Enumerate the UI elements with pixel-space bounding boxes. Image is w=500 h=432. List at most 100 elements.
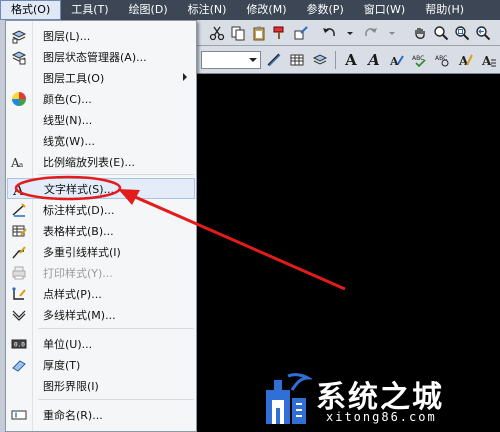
pan-button[interactable]: [411, 23, 429, 43]
menu-item-rename[interactable]: 重命名(R)...: [7, 404, 195, 425]
dimension-style-icon: [267, 53, 281, 66]
redo-dropdown[interactable]: [383, 23, 401, 43]
spell-check-icon: ABC: [412, 55, 426, 67]
chevron-down-icon: [389, 31, 395, 35]
menu-item-thickness[interactable]: 厚度(T): [7, 354, 195, 375]
copy-button[interactable]: [229, 23, 247, 43]
cut-button[interactable]: [208, 23, 226, 43]
menu-item-layer-state-manager[interactable]: 图层状态管理器(A)...: [7, 46, 195, 67]
format-menu: 图层(L)... 图层状态管理器(A)... 图层工具(O) 颜色(C)... …: [5, 20, 197, 432]
scissors-icon: [209, 26, 225, 40]
text-italic-button[interactable]: A: [364, 50, 384, 70]
layer-icon: [312, 53, 328, 65]
menu-item-table-style[interactable]: 表格样式(B)...: [7, 220, 195, 241]
table-style-button[interactable]: [287, 50, 307, 70]
standard-toolbar: [197, 20, 500, 46]
zoom-previous-icon: [476, 25, 491, 40]
brush-icon: [273, 26, 284, 39]
find-replace-button[interactable]: ABC: [433, 50, 453, 70]
chevron-down-icon: [249, 57, 257, 62]
menu-help[interactable]: 帮助(H): [415, 0, 474, 20]
redo-icon: [365, 27, 377, 36]
menu-window[interactable]: 窗口(W): [354, 0, 415, 20]
spell-check-button[interactable]: ABC: [410, 50, 430, 70]
menu-item-label: 线宽(W)...: [43, 134, 95, 148]
menu-item-units[interactable]: 0.0 单位(U)...: [7, 333, 195, 354]
watermark-subtitle: xitong86.com: [326, 410, 437, 424]
menu-modify[interactable]: 修改(M): [236, 0, 296, 20]
clipboard-icon: [253, 26, 265, 40]
chevron-down-icon: [347, 31, 353, 35]
menu-item-point-style[interactable]: 点样式(P)...: [7, 283, 195, 304]
text-justify-button[interactable]: A: [479, 50, 499, 70]
menu-bar: 格式(O) 工具(T) 绘图(D) 标注(N) 修改(M) 参数(P) 窗口(W…: [0, 0, 500, 20]
submenu-arrow-icon: [183, 73, 187, 81]
menu-dimension[interactable]: 标注(N): [178, 0, 237, 20]
undo-dropdown[interactable]: [341, 23, 359, 43]
menu-item-multiline-style[interactable]: 多线样式(M)...: [7, 304, 195, 325]
menu-item-multileader-style[interactable]: 多重引线样式(I): [7, 241, 195, 262]
menu-item-label: 厚度(T): [43, 358, 81, 372]
layer-button[interactable]: [310, 50, 330, 70]
menu-item-color[interactable]: 颜色(C)...: [7, 88, 195, 109]
castle-logo-icon: [266, 373, 312, 424]
menu-item-linetype[interactable]: 线型(N)...: [7, 109, 195, 130]
dim-style-button[interactable]: [264, 50, 284, 70]
undo-icon: [323, 27, 335, 36]
menu-item-label: 表格样式(B)...: [43, 224, 114, 238]
menu-tools[interactable]: 工具(T): [61, 0, 118, 20]
hand-icon: [415, 27, 425, 39]
menu-parameter[interactable]: 参数(P): [297, 0, 354, 20]
styles-toolbar: A A A ABC ABC A A: [197, 46, 500, 74]
color-wheel-icon: [12, 91, 26, 106]
text-button[interactable]: A: [341, 50, 361, 70]
menu-separator: [38, 399, 194, 400]
edit-text-icon: A: [389, 55, 404, 68]
match-properties-button[interactable]: [271, 23, 289, 43]
menu-item-label: 比例缩放列表(E)...: [43, 155, 136, 169]
svg-text:A: A: [389, 55, 399, 68]
svg-text:ABC: ABC: [412, 55, 424, 62]
text-a-icon: A: [345, 50, 357, 69]
watermark-logo: 系统之城 xitong86.com: [258, 366, 500, 432]
text-scale-button[interactable]: A: [456, 50, 476, 70]
menu-item-plot-style[interactable]: 打印样式(Y)...: [7, 262, 195, 283]
text-a-small-icon: A: [368, 50, 380, 69]
menu-item-scale-list[interactable]: Aa 比例缩放列表(E)...: [7, 151, 195, 172]
layer-state-icon: [11, 50, 27, 64]
zoom-realtime-button[interactable]: [432, 23, 450, 43]
edit-text-button[interactable]: A: [387, 50, 407, 70]
zoom-window-button[interactable]: [453, 23, 471, 43]
zoom-window-icon: [455, 25, 470, 40]
menu-item-layer-tools[interactable]: 图层工具(O): [7, 67, 195, 88]
menu-separator: [38, 174, 194, 175]
text-scale-icon: A: [458, 54, 473, 68]
menu-format[interactable]: 格式(O): [0, 0, 62, 20]
menu-item-label: 图层(L)...: [43, 29, 91, 43]
text-style-combo[interactable]: [201, 50, 261, 69]
menu-item-dimension-style[interactable]: 标注样式(D)...: [7, 199, 195, 220]
menu-item-layer[interactable]: 图层(L)...: [7, 25, 195, 46]
rename-icon: [11, 410, 27, 419]
text-justify-icon: A: [481, 54, 496, 68]
zoom-previous-button[interactable]: [474, 23, 492, 43]
menu-draw[interactable]: 绘图(D): [119, 0, 178, 20]
svg-text:A: A: [481, 54, 492, 68]
paste-button[interactable]: [250, 23, 268, 43]
multileader-style-icon: [12, 245, 26, 258]
zoom-icon: [434, 25, 449, 40]
menu-item-lineweight[interactable]: 线宽(W)...: [7, 130, 195, 151]
redo-button[interactable]: [362, 23, 380, 43]
menu-item-label: 图形界限(I): [43, 379, 99, 393]
block-editor-button[interactable]: [292, 23, 310, 43]
units-icon: 0.0: [11, 339, 27, 348]
undo-button[interactable]: [320, 23, 338, 43]
menu-item-label: 单位(U)...: [43, 337, 93, 351]
menu-item-drawing-limits[interactable]: 图形界限(I): [7, 375, 195, 396]
menu-item-label: 重命名(R)...: [43, 408, 103, 422]
plot-style-icon: [12, 266, 26, 279]
menu-item-label: 线型(N)...: [43, 113, 93, 127]
menu-item-text-style[interactable]: A 文字样式(S)...: [7, 178, 195, 199]
find-replace-icon: ABC: [435, 55, 449, 66]
menu-separator: [38, 328, 194, 329]
